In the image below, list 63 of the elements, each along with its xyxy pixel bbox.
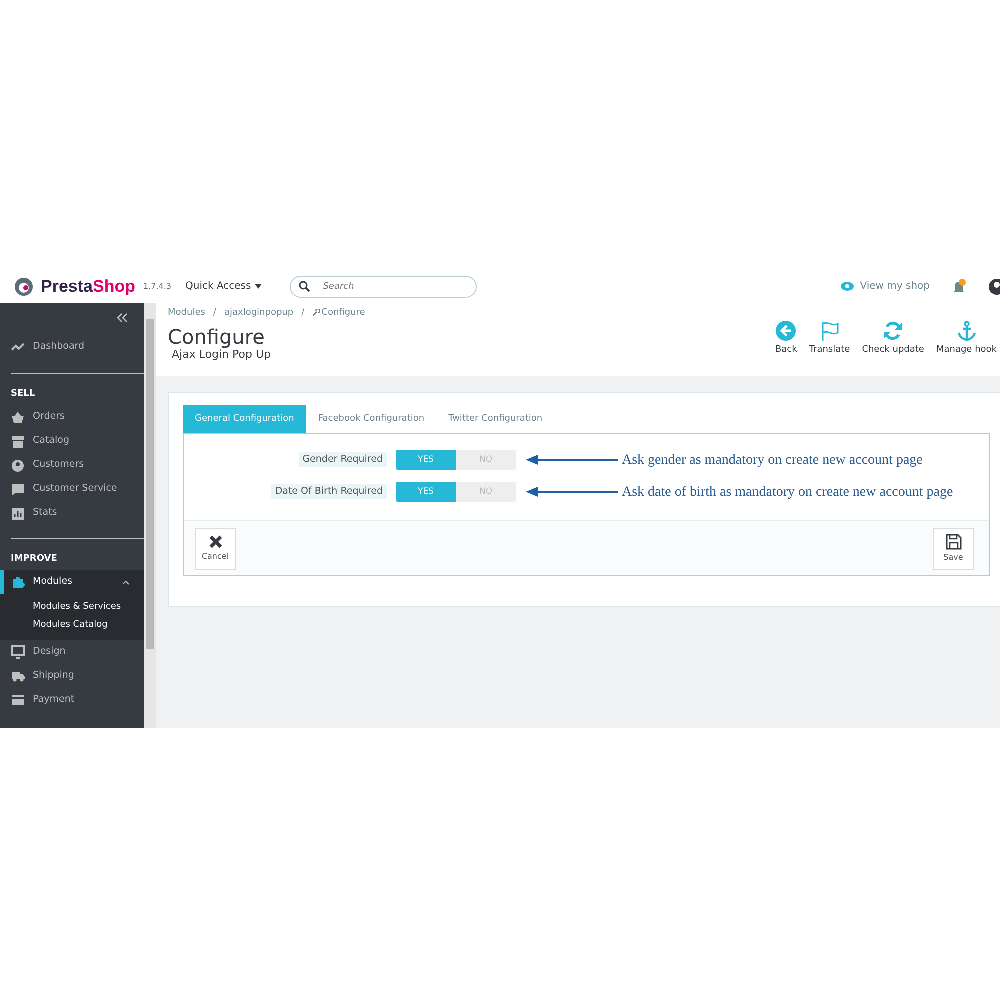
section-heading: SELL: [10, 388, 36, 401]
page-title: Configure: [168, 326, 266, 346]
toolbar-button[interactable]: Back: [772, 321, 800, 358]
close-icon: [208, 535, 222, 549]
version-label: 1.7.4.3: [143, 280, 172, 292]
anchor-icon: [956, 321, 977, 341]
annotation-text: Ask gender as mandatory on create new account page: [622, 452, 923, 470]
save-button[interactable]: Save: [933, 528, 974, 570]
search-field[interactable]: Search: [290, 276, 478, 298]
sidebar-item[interactable]: Customer Service: [0, 478, 144, 502]
basket-icon: [11, 410, 25, 424]
scrollbar-thumb[interactable]: [146, 319, 154, 649]
truck-icon: [11, 669, 25, 683]
section-heading: IMPROVE: [10, 552, 58, 566]
store-icon: [11, 434, 25, 448]
chat-icon: [11, 482, 25, 496]
puzzle-icon: [11, 575, 25, 589]
collapse-icon: [116, 313, 128, 323]
field-label: Gender Required: [298, 452, 387, 468]
annotation-text: Ask date of birth as mandatory on create new account page: [622, 484, 954, 502]
submenu-item[interactable]: Modules Catalog: [33, 616, 144, 634]
sidebar-item[interactable]: Orders: [0, 406, 144, 430]
logo-icon: [15, 278, 33, 296]
chevron-up-icon: [122, 580, 130, 584]
view-shop-label: View my shop: [860, 280, 930, 294]
breadcrumb-separator: /: [213, 308, 216, 318]
quick-access-menu[interactable]: Quick Access: [185, 279, 262, 294]
monitor-icon: [11, 645, 25, 659]
sidebar-item[interactable]: Payment: [0, 688, 144, 712]
breadcrumb-link[interactable]: Modules: [168, 308, 206, 318]
sidebar-item[interactable]: Catalog: [0, 430, 144, 454]
page-subtitle: Ajax Login Pop Up: [172, 348, 272, 362]
user-icon: [11, 458, 25, 472]
caret-icon: [255, 284, 262, 289]
toolbar-button[interactable]: Manage hook: [933, 321, 1000, 358]
sidebar-item[interactable]: Stats: [0, 502, 144, 526]
search-icon: [299, 280, 310, 292]
refresh-icon: [883, 321, 904, 341]
submenu-item[interactable]: Modules & Services: [33, 598, 144, 616]
cancel-button[interactable]: Cancel: [195, 528, 236, 570]
card-icon: [11, 693, 25, 707]
breadcrumb-item: Configure: [312, 308, 366, 318]
breadcrumb-separator: /: [302, 308, 305, 318]
eye-icon: [841, 282, 854, 291]
sidebar-item[interactable]: Customers: [0, 454, 144, 478]
tab[interactable]: Twitter Configuration: [436, 405, 555, 433]
tab[interactable]: Facebook Configuration: [306, 405, 437, 433]
toolbar-button[interactable]: Check update: [859, 321, 928, 358]
view-shop-link[interactable]: View my shop: [841, 279, 930, 294]
save-icon: [946, 534, 962, 550]
wrench-icon: [312, 309, 320, 316]
chart-icon: [11, 506, 25, 520]
logo-text: PrestaShop: [41, 276, 136, 298]
bell-icon: [952, 278, 966, 294]
back-icon: [776, 321, 796, 341]
sidebar-item[interactable]: Dashboard: [0, 333, 144, 361]
sidebar-item[interactable]: Modules: [0, 570, 144, 594]
sidebar-item[interactable]: Shipping: [0, 664, 144, 688]
field-label: Date Of Birth Required: [271, 484, 387, 500]
sidebar-item[interactable]: Design: [0, 640, 144, 664]
flag-icon: [820, 321, 840, 341]
breadcrumb-link[interactable]: ajaxloginpopup: [224, 308, 294, 318]
toolbar-button[interactable]: Translate: [806, 321, 854, 358]
